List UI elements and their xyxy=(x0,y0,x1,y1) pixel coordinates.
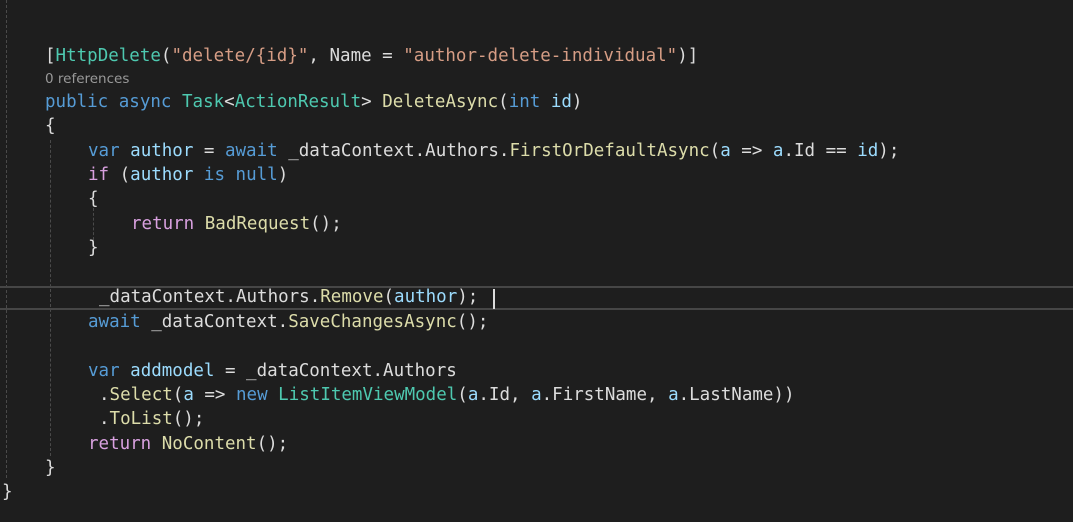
token-method: SaveChangesAsync xyxy=(288,312,457,332)
token-parameter: id xyxy=(550,92,572,112)
token-parameter: a xyxy=(183,385,194,405)
code-line-brace[interactable]: } xyxy=(45,456,56,480)
code-line-var-author[interactable]: var author = await _dataContext.Authors.… xyxy=(88,139,899,163)
token-method: BadRequest xyxy=(204,214,311,234)
token-control: return xyxy=(88,434,152,454)
token-punctuation: (); xyxy=(456,312,489,332)
token-keyword: var xyxy=(88,361,120,381)
token-punctuation: > xyxy=(361,92,372,112)
token-brace: } xyxy=(45,458,56,478)
token-control: if xyxy=(88,165,110,185)
token-punctuation: (); xyxy=(310,214,342,234)
token-keyword: var xyxy=(88,141,120,161)
token-type: ListItemViewModel xyxy=(278,385,458,405)
token-keyword: is xyxy=(203,165,225,185)
token-punctuation: ( xyxy=(109,165,131,185)
token-brace: { xyxy=(88,189,99,209)
token-type: Task xyxy=(182,92,225,112)
token-keyword: new xyxy=(236,385,268,405)
token-plain: .FirstName, xyxy=(541,385,669,405)
token-punctuation: ( xyxy=(172,385,184,405)
code-line-if[interactable]: if (author is null) xyxy=(88,163,288,187)
token-punctuation: . xyxy=(99,409,110,429)
token-plain: .Id == xyxy=(783,141,858,161)
codelens-references[interactable]: 0 references xyxy=(45,70,129,88)
code-line-tolist[interactable]: .ToList(); xyxy=(99,407,204,431)
code-editor[interactable]: [HttpDelete("delete/{id}", Name = "autho… xyxy=(0,0,1073,522)
token-method: Select xyxy=(109,385,173,405)
code-line-brace[interactable]: } xyxy=(88,236,99,260)
token-punctuation: )] xyxy=(677,46,699,66)
token-plain: => xyxy=(193,385,237,405)
token-plain: => xyxy=(730,141,773,161)
code-line-var-addmodel[interactable]: var addmodel = _dataContext.Authors xyxy=(88,359,457,383)
token-parameter: a xyxy=(531,385,542,405)
code-line-remove[interactable]: _dataContext.Authors.Remove(author); xyxy=(99,285,478,309)
code-line-brace[interactable]: } xyxy=(2,480,13,504)
token-variable: addmodel xyxy=(130,361,215,381)
code-line-savechanges[interactable]: await _dataContext.SaveChangesAsync(); xyxy=(88,310,488,334)
token-method: DeleteAsync xyxy=(382,92,499,112)
token-parameter: a xyxy=(467,385,479,405)
token-plain: .Id, xyxy=(478,385,532,405)
token-keyword: public xyxy=(45,92,109,112)
token-punctuation: ); xyxy=(878,141,900,161)
code-line-attribute[interactable]: [HttpDelete("delete/{id}", Name = "autho… xyxy=(45,44,698,68)
code-line-brace[interactable]: { xyxy=(88,187,99,211)
token-parameter: a xyxy=(720,141,731,161)
token-plain: = xyxy=(193,141,225,161)
token-method: FirstOrDefaultAsync xyxy=(509,141,710,161)
token-string: "delete/{id}" xyxy=(171,46,309,66)
token-keyword: await xyxy=(88,312,141,332)
token-keyword: null xyxy=(235,165,278,185)
token-variable: author xyxy=(130,141,194,161)
code-line-signature[interactable]: public async Task<ActionResult> DeleteAs… xyxy=(45,90,582,114)
token-punctuation: (); xyxy=(172,409,205,429)
token-plain: = _dataContext.Authors xyxy=(214,361,457,381)
token-brace: } xyxy=(88,238,99,258)
code-line-select[interactable]: .Select(a => new ListItemViewModel(a.Id,… xyxy=(99,383,795,407)
token-plain: _dataContext. xyxy=(140,312,289,332)
token-punctuation: ) xyxy=(571,92,583,112)
token-variable: author xyxy=(394,287,458,307)
token-punctuation: < xyxy=(224,92,235,112)
token-punctuation: ( xyxy=(383,287,395,307)
token-keyword: async xyxy=(118,92,172,112)
token-punctuation: ) xyxy=(277,165,289,185)
token-type: ActionResult xyxy=(234,92,362,112)
token-brace: { xyxy=(45,116,56,136)
token-punctuation: (); xyxy=(256,434,289,454)
token-parameter: a xyxy=(668,385,679,405)
token-method: NoContent xyxy=(161,434,257,454)
token-punctuation: ); xyxy=(457,287,479,307)
indent-guide xyxy=(6,0,7,478)
code-line-return-nocontent[interactable]: return NoContent(); xyxy=(88,432,288,456)
token-plain: .LastName)) xyxy=(678,385,795,405)
token-punctuation: ( xyxy=(498,92,509,112)
token-string: "author-delete-individual" xyxy=(403,46,678,66)
token-brace: } xyxy=(2,482,13,502)
token-keyword: await xyxy=(224,141,278,161)
token-plain: , Name = xyxy=(308,46,404,66)
token-plain: _dataContext.Authors. xyxy=(99,287,321,307)
text-cursor xyxy=(493,289,495,309)
code-line-brace[interactable]: { xyxy=(45,114,56,138)
token-keyword: int xyxy=(508,92,541,112)
token-punctuation: . xyxy=(99,385,110,405)
token-variable: author xyxy=(130,165,194,185)
token-parameter: a xyxy=(772,141,784,161)
token-punctuation: ( xyxy=(160,46,172,66)
token-punctuation: [ xyxy=(45,46,56,66)
token-parameter: id xyxy=(857,141,879,161)
token-punctuation: ( xyxy=(709,141,721,161)
token-control: return xyxy=(131,214,195,234)
token-plain: _dataContext.Authors. xyxy=(277,141,510,161)
token-method: ToList xyxy=(109,409,173,429)
token-punctuation: ( xyxy=(457,385,468,405)
token-attribute: HttpDelete xyxy=(55,46,161,66)
token-method: Remove xyxy=(320,287,384,307)
code-line-return-badrequest[interactable]: return BadRequest(); xyxy=(131,212,342,236)
